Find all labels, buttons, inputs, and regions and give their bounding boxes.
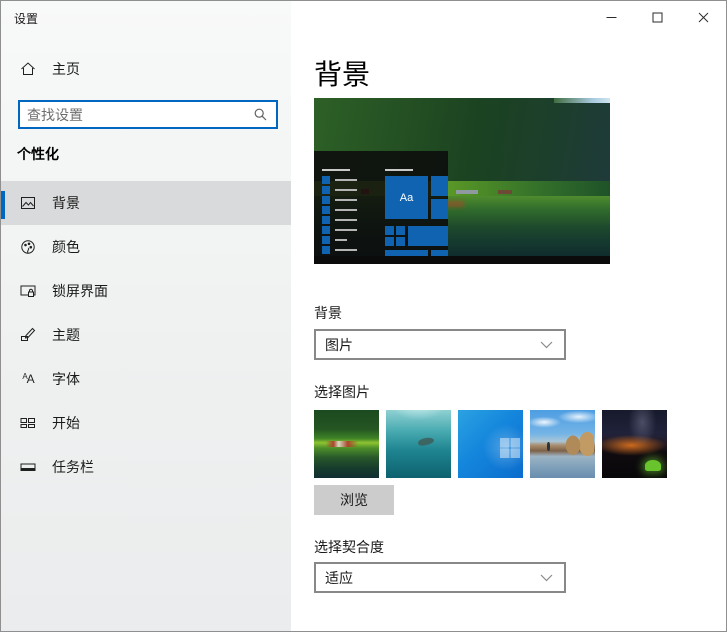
thumbnail-night-tent[interactable] xyxy=(602,410,667,478)
menu-header-line xyxy=(322,169,350,171)
sidebar-item-start[interactable]: 开始 xyxy=(1,401,291,445)
close-button[interactable] xyxy=(680,1,726,33)
fit-dropdown-label: 选择契合度 xyxy=(314,539,384,555)
window-controls xyxy=(588,1,726,33)
choose-picture-label: 选择图片 xyxy=(314,384,370,400)
taskbar-icon xyxy=(20,459,36,475)
chevron-down-icon xyxy=(540,341,553,349)
fit-value: 适应 xyxy=(325,569,353,586)
sidebar-home-label: 主页 xyxy=(52,61,80,77)
sidebar-nav-list: 背景 颜色 锁屏界面 主题 AA 字体 开始 任务栏 xyxy=(1,181,291,489)
background-dropdown-label: 背景 xyxy=(314,305,342,321)
main-pane: 背景 Aa 背景 图片 选择图片 浏览 选择契合度 适应 xyxy=(291,1,726,631)
sidebar: 主页 个性化 背景 颜色 xyxy=(1,1,291,631)
sidebar-item-fonts[interactable]: AA 字体 xyxy=(1,357,291,401)
sidebar-item-background[interactable]: 背景 xyxy=(1,181,291,225)
thumbnail-underwater-diver[interactable] xyxy=(386,410,451,478)
image-icon xyxy=(20,195,36,211)
maximize-button[interactable] xyxy=(634,1,680,33)
menu-header-line xyxy=(385,169,413,171)
aa-tile: Aa xyxy=(385,176,428,219)
lock-screen-icon xyxy=(20,283,36,299)
preview-start-menu-overlay: Aa xyxy=(314,151,448,259)
sidebar-item-themes[interactable]: 主题 xyxy=(1,313,291,357)
palette-icon xyxy=(20,239,36,255)
background-type-value: 图片 xyxy=(325,336,353,353)
brush-icon xyxy=(20,327,36,343)
menu-tile-area: Aa xyxy=(385,176,448,259)
menu-app-list xyxy=(322,176,357,256)
sidebar-item-colors[interactable]: 颜色 xyxy=(1,225,291,269)
browse-button[interactable]: 浏览 xyxy=(314,485,394,515)
fit-select[interactable]: 适应 xyxy=(314,562,566,593)
page-title: 背景 xyxy=(314,59,371,90)
titlebar[interactable]: 设置 xyxy=(1,1,726,33)
search-icon[interactable] xyxy=(254,108,267,121)
start-layout-icon xyxy=(20,415,36,431)
fonts-icon: AA xyxy=(22,372,34,386)
preview-taskbar xyxy=(314,256,610,264)
sidebar-item-lockscreen[interactable]: 锁屏界面 xyxy=(1,269,291,313)
thumbnail-fjord-village[interactable] xyxy=(314,410,379,478)
window-title: 设置 xyxy=(14,12,39,26)
preview-sky xyxy=(554,98,610,103)
selection-accent-bar xyxy=(1,191,5,219)
settings-window: 主页 个性化 背景 颜色 xyxy=(0,0,727,632)
sidebar-item-home[interactable]: 主页 xyxy=(1,53,291,85)
background-type-select[interactable]: 图片 xyxy=(314,329,566,360)
settings-search-box[interactable] xyxy=(18,100,278,129)
wallpaper-preview: Aa xyxy=(314,98,610,264)
search-input[interactable] xyxy=(20,106,254,123)
home-icon xyxy=(20,61,36,77)
thumbnail-windows-default[interactable] xyxy=(458,410,523,478)
minimize-button[interactable] xyxy=(588,1,634,33)
chevron-down-icon xyxy=(540,574,553,582)
section-header-personalization: 个性化 xyxy=(17,146,59,162)
thumbnail-beach-rocks[interactable] xyxy=(530,410,595,478)
sidebar-item-taskbar[interactable]: 任务栏 xyxy=(1,445,291,489)
picture-thumbnails xyxy=(314,410,667,478)
